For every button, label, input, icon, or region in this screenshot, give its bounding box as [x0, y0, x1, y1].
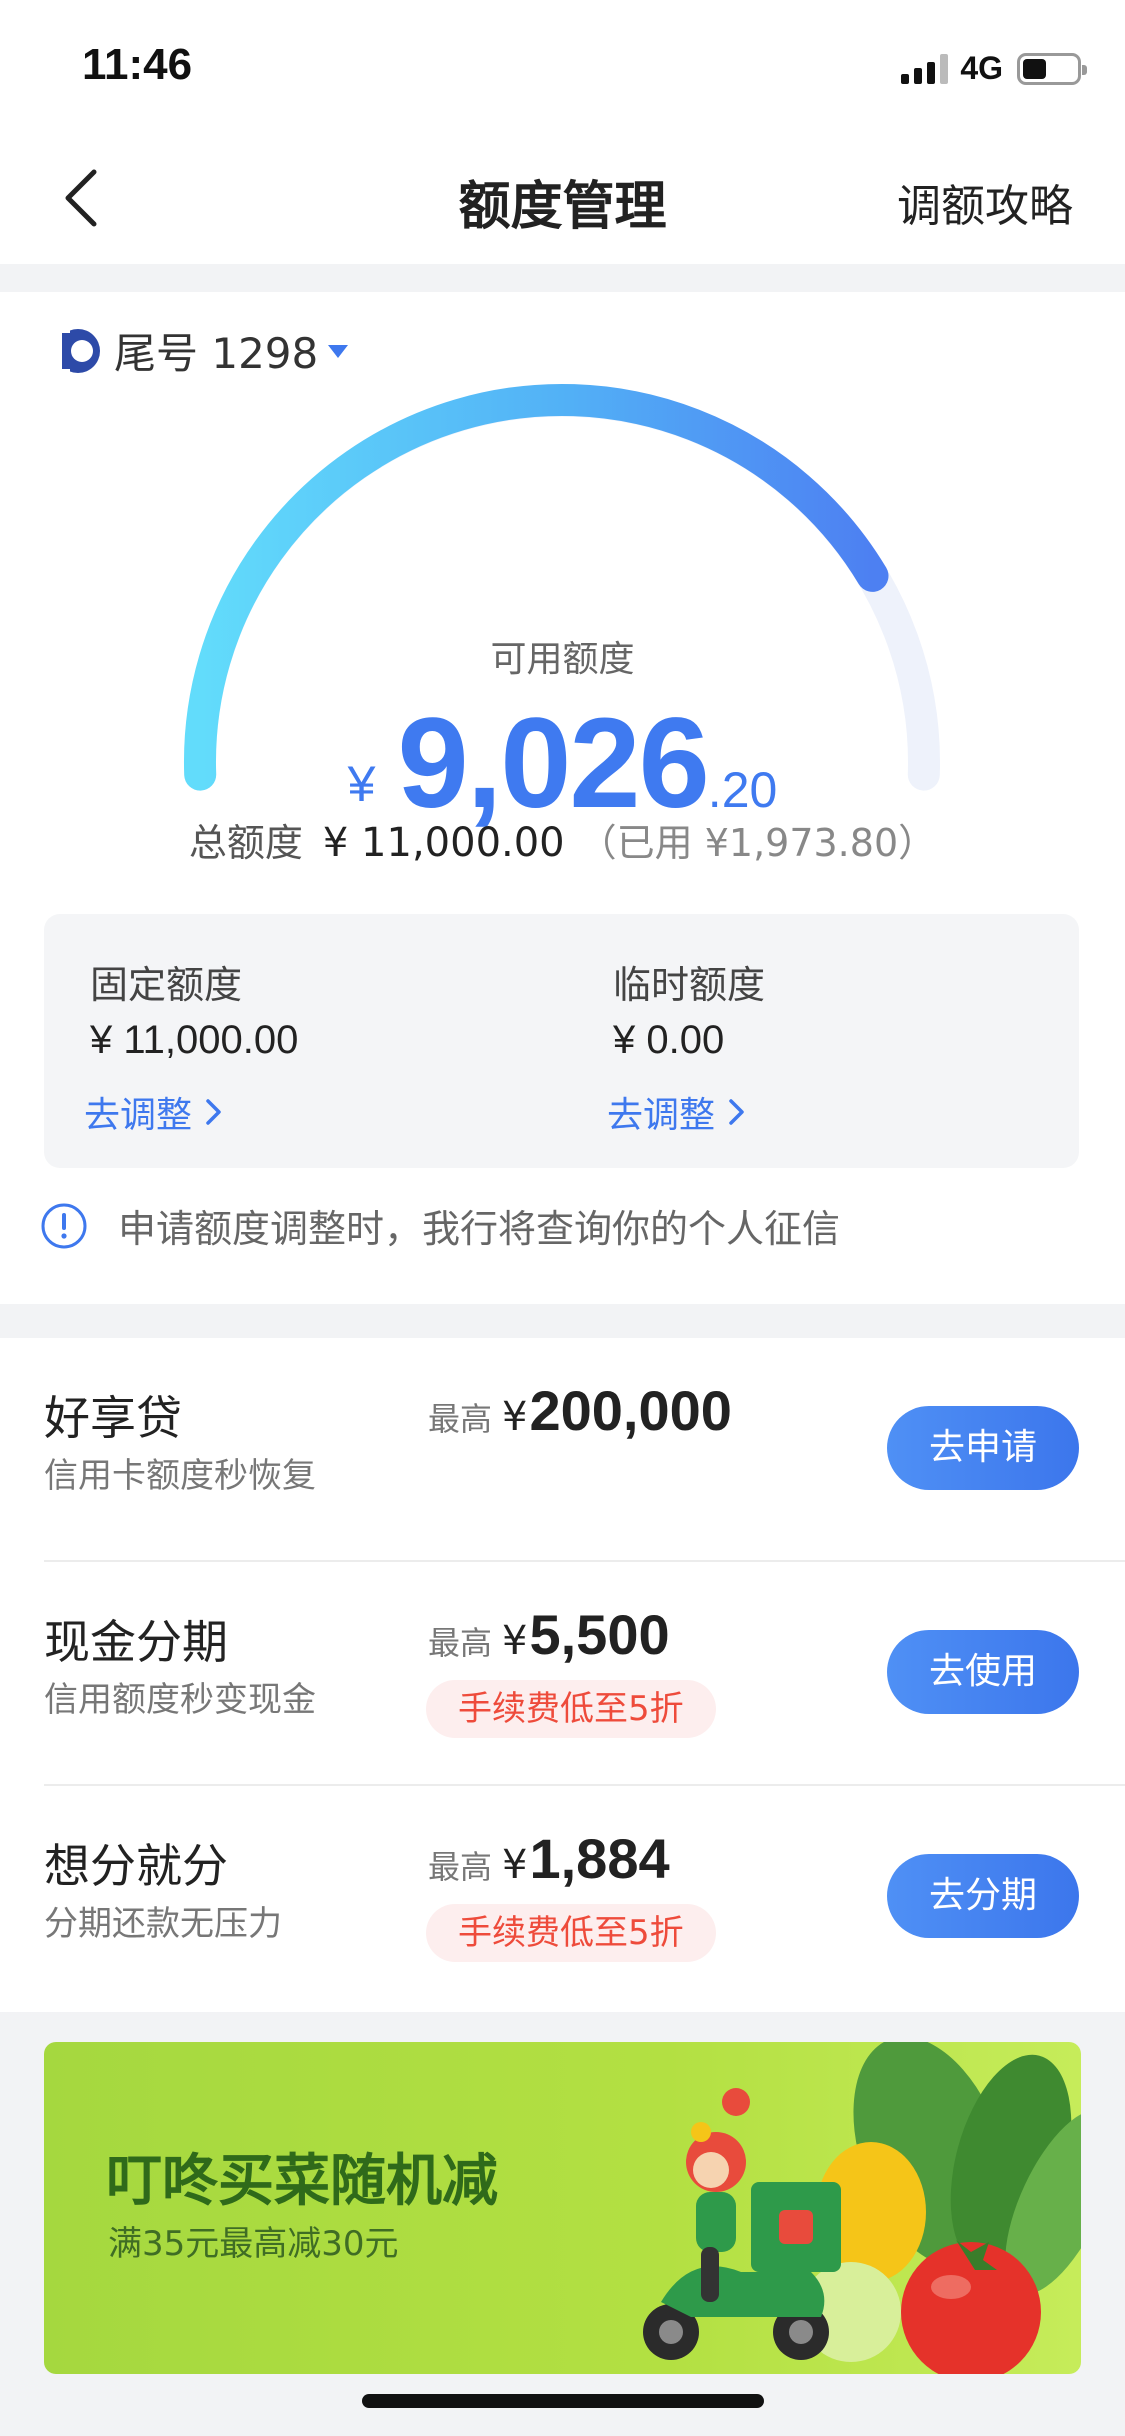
max-value: 5,500	[529, 1603, 670, 1666]
status-time: 11:46	[82, 40, 193, 89]
temp-limit-box: 临时额度 ¥ 0.00 去调整	[567, 914, 1079, 1168]
product-max-amount: 最高 ¥ 5,500	[428, 1602, 670, 1667]
notice-text: 申请额度调整时，我行将查询你的个人征信	[118, 1207, 841, 1251]
limit-card: 尾号 1298 可用额度 ¥9,026.20 总额度 ¥ 11,000.00 （已用…	[0, 292, 1125, 1304]
product-name: 好享贷	[44, 1391, 182, 1445]
nav-bar: 额度管理 调额攻略	[0, 132, 1125, 264]
credit-check-notice: 申请额度调整时，我行将查询你的个人征信	[40, 1198, 840, 1253]
used-amount: （已用 ¥1,973.80）	[578, 821, 937, 865]
limit-guide-link[interactable]: 调额攻略	[897, 170, 1073, 234]
product-subtitle: 信用额度秒变现金	[44, 1680, 316, 1720]
max-value: 1,884	[529, 1827, 670, 1890]
delivery-scooter-illustration	[643, 2042, 1081, 2374]
status-indicators: 4G	[901, 50, 1087, 87]
banner-subtitle: 满35元最高减30元	[108, 2224, 399, 2264]
total-limit: 总额度 ¥ 11,000.00 （已用 ¥1,973.80）	[0, 812, 1125, 867]
product-row: 想分就分 分期还款无压力 最高 ¥ 1,884 手续费低至5折 去分期	[0, 1786, 1125, 2010]
fixed-limit-box: 固定额度 ¥ 11,000.00 去调整	[44, 914, 598, 1168]
fee-discount-badge: 手续费低至5折	[426, 1680, 716, 1738]
product-row: 现金分期 信用额度秒变现金 最高 ¥ 5,500 手续费低至5折 去使用	[0, 1562, 1125, 1786]
temp-limit-title: 临时额度	[613, 963, 766, 1007]
product-subtitle: 信用卡额度秒恢复	[44, 1456, 316, 1496]
total-value: ¥ 11,000.00	[322, 820, 565, 866]
max-value: 200,000	[529, 1379, 732, 1442]
max-label: 最高	[428, 1400, 493, 1438]
max-label: 最高	[428, 1624, 493, 1662]
max-label: 最高	[428, 1848, 493, 1886]
adjust-temp-limit-link[interactable]: 去调整	[607, 1086, 747, 1138]
network-type: 4G	[960, 50, 1003, 86]
product-list: 好享贷 信用卡额度秒恢复 最高 ¥ 200,000 去申请 现金分期 信用额度秒…	[0, 1338, 1125, 2012]
fixed-limit-title: 固定额度	[90, 963, 243, 1007]
temp-limit-value: ¥ 0.00	[613, 1018, 725, 1062]
product-max-amount: 最高 ¥ 200,000	[428, 1378, 732, 1443]
bank-logo-icon	[56, 328, 100, 373]
adjust-fixed-limit-link[interactable]: 去调整	[84, 1086, 224, 1138]
max-currency: ¥	[502, 1394, 528, 1440]
max-currency: ¥	[502, 1842, 528, 1888]
apply-button[interactable]: 去申请	[887, 1406, 1079, 1490]
battery-icon	[1017, 52, 1087, 85]
adjust-link-label: 去调整	[607, 1095, 716, 1136]
product-row: 好享贷 信用卡额度秒恢复 最高 ¥ 200,000 去申请	[0, 1338, 1125, 1562]
status-bar: 11:46 4G	[0, 0, 1125, 132]
signal-icon	[901, 53, 949, 84]
installment-button[interactable]: 去分期	[887, 1854, 1079, 1938]
limit-gauge: 可用额度 ¥9,026.20	[160, 372, 965, 835]
available-label: 可用额度	[490, 639, 635, 680]
amount-currency: ¥	[347, 756, 376, 812]
chevron-right-icon	[206, 1099, 221, 1125]
max-currency: ¥	[502, 1618, 528, 1664]
product-max-amount: 最高 ¥ 1,884	[428, 1826, 670, 1891]
promo-banner[interactable]: 叮咚买菜随机减 满35元最高减30元	[44, 2042, 1081, 2374]
banner-title: 叮咚买菜随机减	[106, 2149, 498, 2214]
caret-down-icon	[328, 345, 349, 358]
amount-decimal: .20	[707, 762, 778, 818]
product-name: 现金分期	[44, 1615, 228, 1669]
fixed-limit-value: ¥ 11,000.00	[90, 1018, 299, 1062]
info-icon	[41, 1203, 87, 1248]
total-label: 总额度	[188, 821, 303, 865]
chevron-right-icon	[729, 1099, 744, 1125]
product-name: 想分就分	[44, 1839, 228, 1893]
adjust-link-label: 去调整	[84, 1095, 193, 1136]
product-subtitle: 分期还款无压力	[44, 1904, 282, 1944]
fee-discount-badge: 手续费低至5折	[426, 1904, 716, 1962]
use-button[interactable]: 去使用	[887, 1630, 1079, 1714]
home-indicator	[362, 2394, 764, 2408]
